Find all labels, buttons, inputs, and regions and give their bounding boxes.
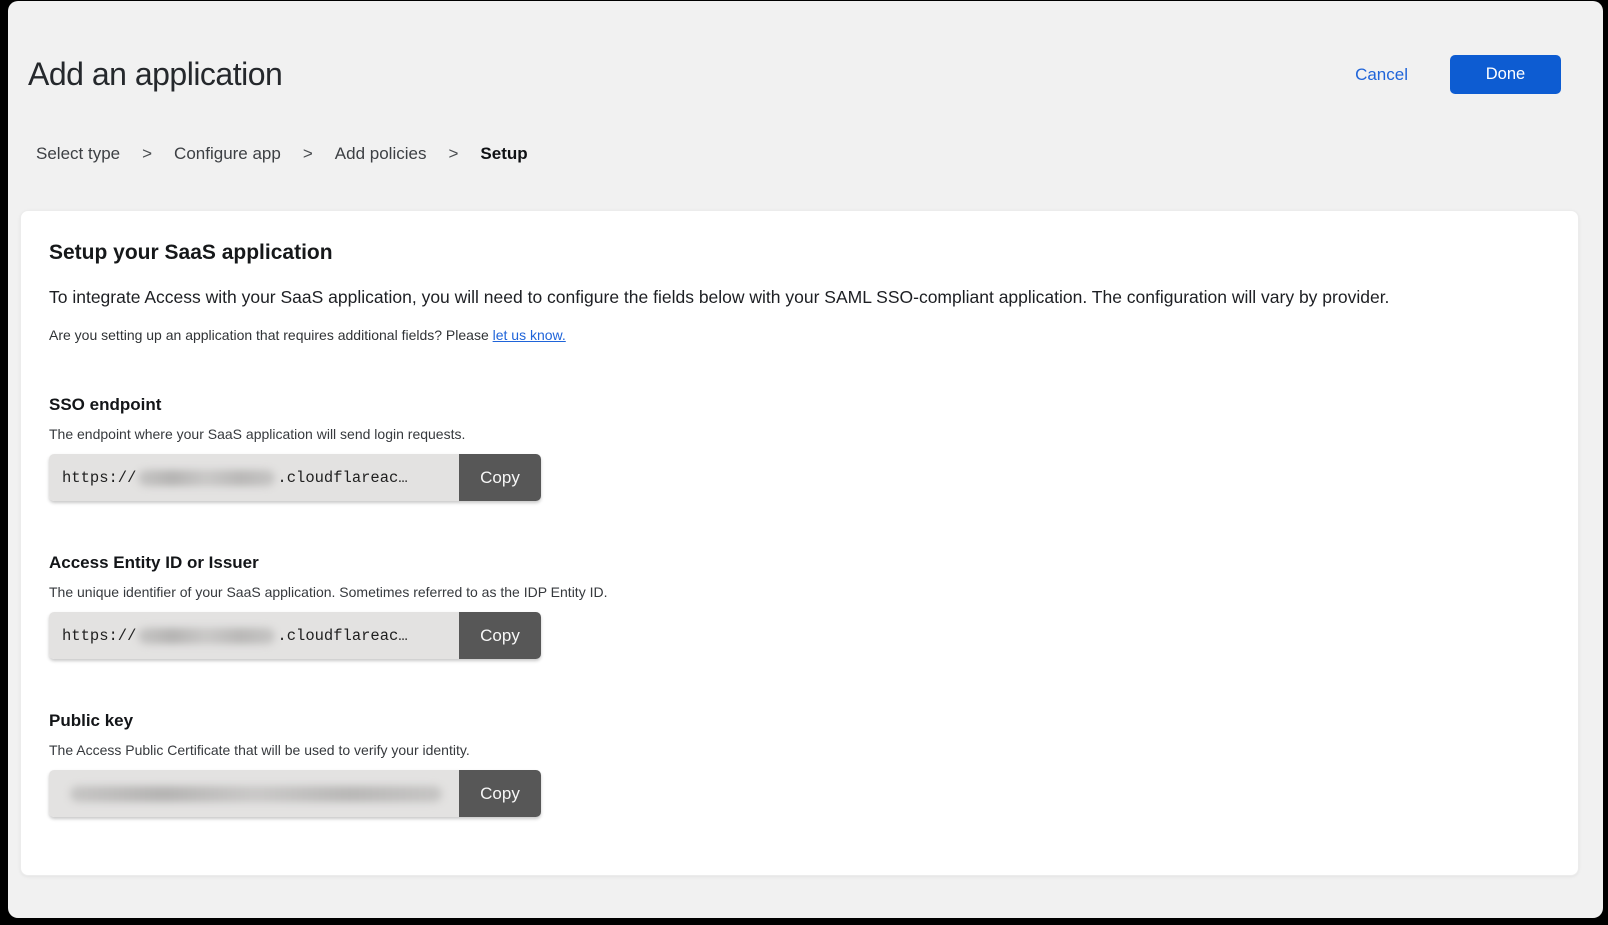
- breadcrumb: Select type > Configure app > Add polici…: [36, 144, 1579, 164]
- entity-id-section: Access Entity ID or Issuer The unique id…: [49, 553, 1550, 659]
- value-prefix: https://: [62, 469, 136, 487]
- card-note: Are you setting up an application that r…: [49, 327, 1550, 343]
- breadcrumb-item-select-type[interactable]: Select type: [36, 144, 120, 164]
- add-application-page: Add an application Cancel Done Select ty…: [8, 55, 1603, 876]
- breadcrumb-item-add-policies[interactable]: Add policies: [335, 144, 427, 164]
- card-title: Setup your SaaS application: [49, 241, 1550, 265]
- field-description: The unique identifier of your SaaS appli…: [49, 584, 1550, 600]
- app-window: Add an application Cancel Done Select ty…: [8, 1, 1603, 918]
- copy-button[interactable]: Copy: [459, 612, 541, 659]
- copy-row: Copy: [49, 770, 541, 817]
- redacted-value-blur: [138, 470, 275, 486]
- breadcrumb-item-configure-app[interactable]: Configure app: [174, 144, 281, 164]
- page-header: Add an application Cancel Done: [20, 55, 1579, 94]
- page-title: Add an application: [28, 56, 282, 93]
- let-us-know-link[interactable]: let us know.: [493, 327, 566, 343]
- header-actions: Cancel Done: [1355, 55, 1561, 94]
- copy-row: https:// .cloudflareac… Copy: [49, 454, 541, 501]
- card-intro: To integrate Access with your SaaS appli…: [49, 287, 1550, 308]
- chevron-separator: >: [142, 144, 152, 164]
- breadcrumb-item-setup: Setup: [480, 144, 527, 164]
- entity-id-value: https:// .cloudflareac…: [49, 612, 459, 659]
- field-label: Public key: [49, 711, 1550, 731]
- cancel-button[interactable]: Cancel: [1355, 65, 1408, 85]
- note-text: Are you setting up an application that r…: [49, 327, 493, 343]
- copy-button[interactable]: Copy: [459, 770, 541, 817]
- public-key-section: Public key The Access Public Certificate…: [49, 711, 1550, 817]
- redacted-value-blur: [70, 786, 442, 802]
- field-description: The Access Public Certificate that will …: [49, 742, 1550, 758]
- value-suffix: .cloudflareac…: [277, 627, 407, 645]
- redacted-value-blur: [138, 628, 275, 644]
- sso-endpoint-value: https:// .cloudflareac…: [49, 454, 459, 501]
- chevron-separator: >: [448, 144, 458, 164]
- value-suffix: .cloudflareac…: [277, 469, 407, 487]
- setup-card: Setup your SaaS application To integrate…: [20, 210, 1579, 876]
- field-label: SSO endpoint: [49, 395, 1550, 415]
- field-label: Access Entity ID or Issuer: [49, 553, 1550, 573]
- sso-endpoint-section: SSO endpoint The endpoint where your Saa…: [49, 395, 1550, 501]
- value-prefix: https://: [62, 627, 136, 645]
- chevron-separator: >: [303, 144, 313, 164]
- field-description: The endpoint where your SaaS application…: [49, 426, 1550, 442]
- done-button[interactable]: Done: [1450, 55, 1561, 94]
- public-key-value: [49, 770, 459, 817]
- copy-button[interactable]: Copy: [459, 454, 541, 501]
- copy-row: https:// .cloudflareac… Copy: [49, 612, 541, 659]
